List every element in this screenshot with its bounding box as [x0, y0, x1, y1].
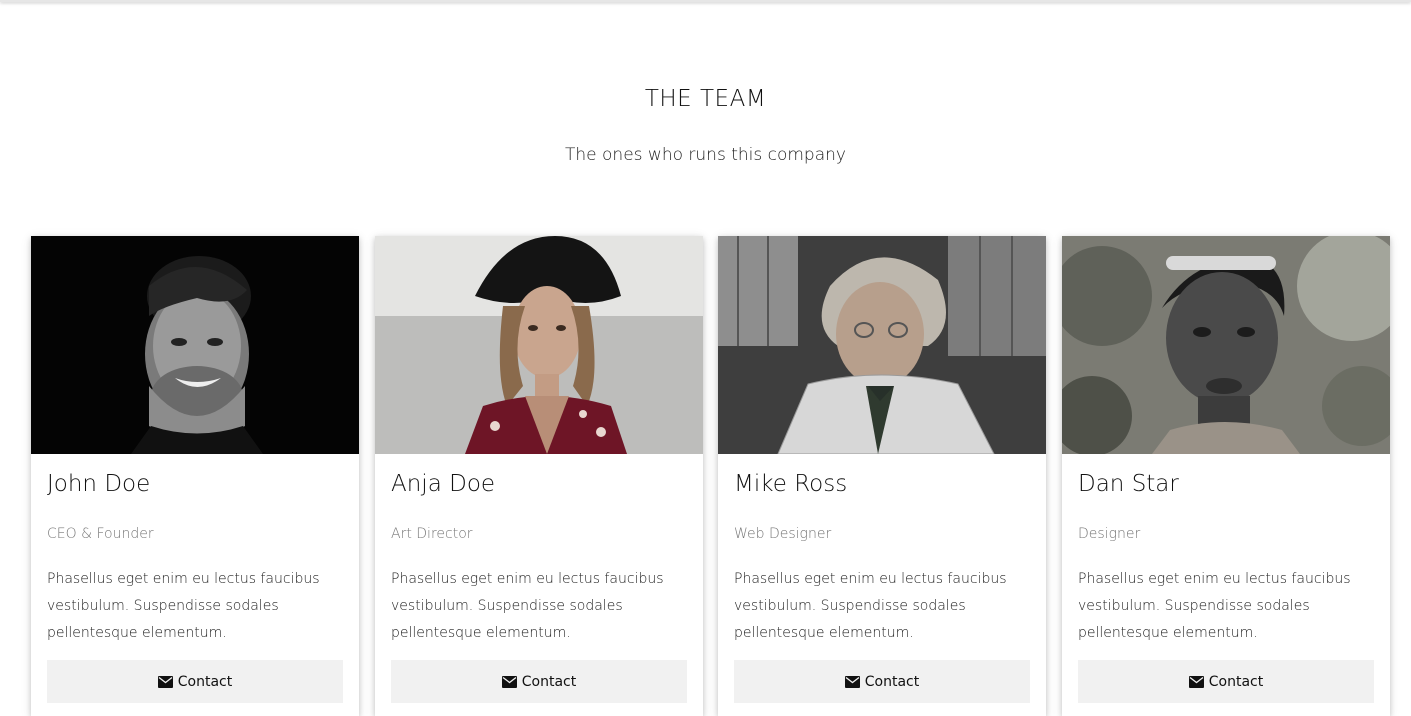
contact-label: Contact [177, 673, 233, 690]
member-name: John Doe [47, 471, 151, 497]
member-role: Web Designer [734, 526, 832, 542]
member-name: Anja Doe [391, 471, 496, 497]
member-photo [1062, 236, 1390, 454]
member-description: Phasellus eget enim eu lectus faucibus v… [391, 571, 664, 641]
member-description: Phasellus eget enim eu lectus faucibus v… [734, 571, 1007, 641]
member-photo [31, 236, 359, 454]
envelope-icon [844, 675, 860, 688]
contact-label: Contact [521, 673, 577, 690]
member-role: Art Director [391, 526, 473, 542]
section-title: THE TEAM [644, 86, 767, 112]
contact-button[interactable]: Contact [1078, 660, 1374, 703]
team-card-john-doe: John Doe CEO & Founder Phasellus eget en… [31, 236, 359, 716]
member-role: Designer [1078, 526, 1141, 542]
team-card-dan-star: Dan Star Designer Phasellus eget enim eu… [1062, 236, 1390, 716]
member-photo [375, 236, 703, 454]
member-role: CEO & Founder [47, 526, 154, 542]
contact-label: Contact [864, 673, 920, 690]
section-subtitle: The ones who runs this company [565, 145, 846, 165]
contact-label: Contact [1208, 673, 1264, 690]
contact-button[interactable]: Contact [47, 660, 343, 703]
contact-button[interactable]: Contact [734, 660, 1030, 703]
top-nav-shadow [0, 0, 1411, 2]
team-card-anja-doe: Anja Doe Art Director Phasellus eget eni… [375, 236, 703, 716]
contact-button[interactable]: Contact [391, 660, 687, 703]
member-description: Phasellus eget enim eu lectus faucibus v… [1078, 571, 1351, 641]
team-cards: John Doe CEO & Founder Phasellus eget en… [31, 236, 1391, 716]
envelope-icon [157, 675, 173, 688]
member-name: Mike Ross [734, 471, 848, 497]
envelope-icon [501, 675, 517, 688]
team-card-mike-ross: Mike Ross Web Designer Phasellus eget en… [718, 236, 1046, 716]
member-photo [718, 236, 1046, 454]
envelope-icon [1188, 675, 1204, 688]
member-description: Phasellus eget enim eu lectus faucibus v… [47, 571, 320, 641]
member-name: Dan Star [1078, 471, 1179, 497]
